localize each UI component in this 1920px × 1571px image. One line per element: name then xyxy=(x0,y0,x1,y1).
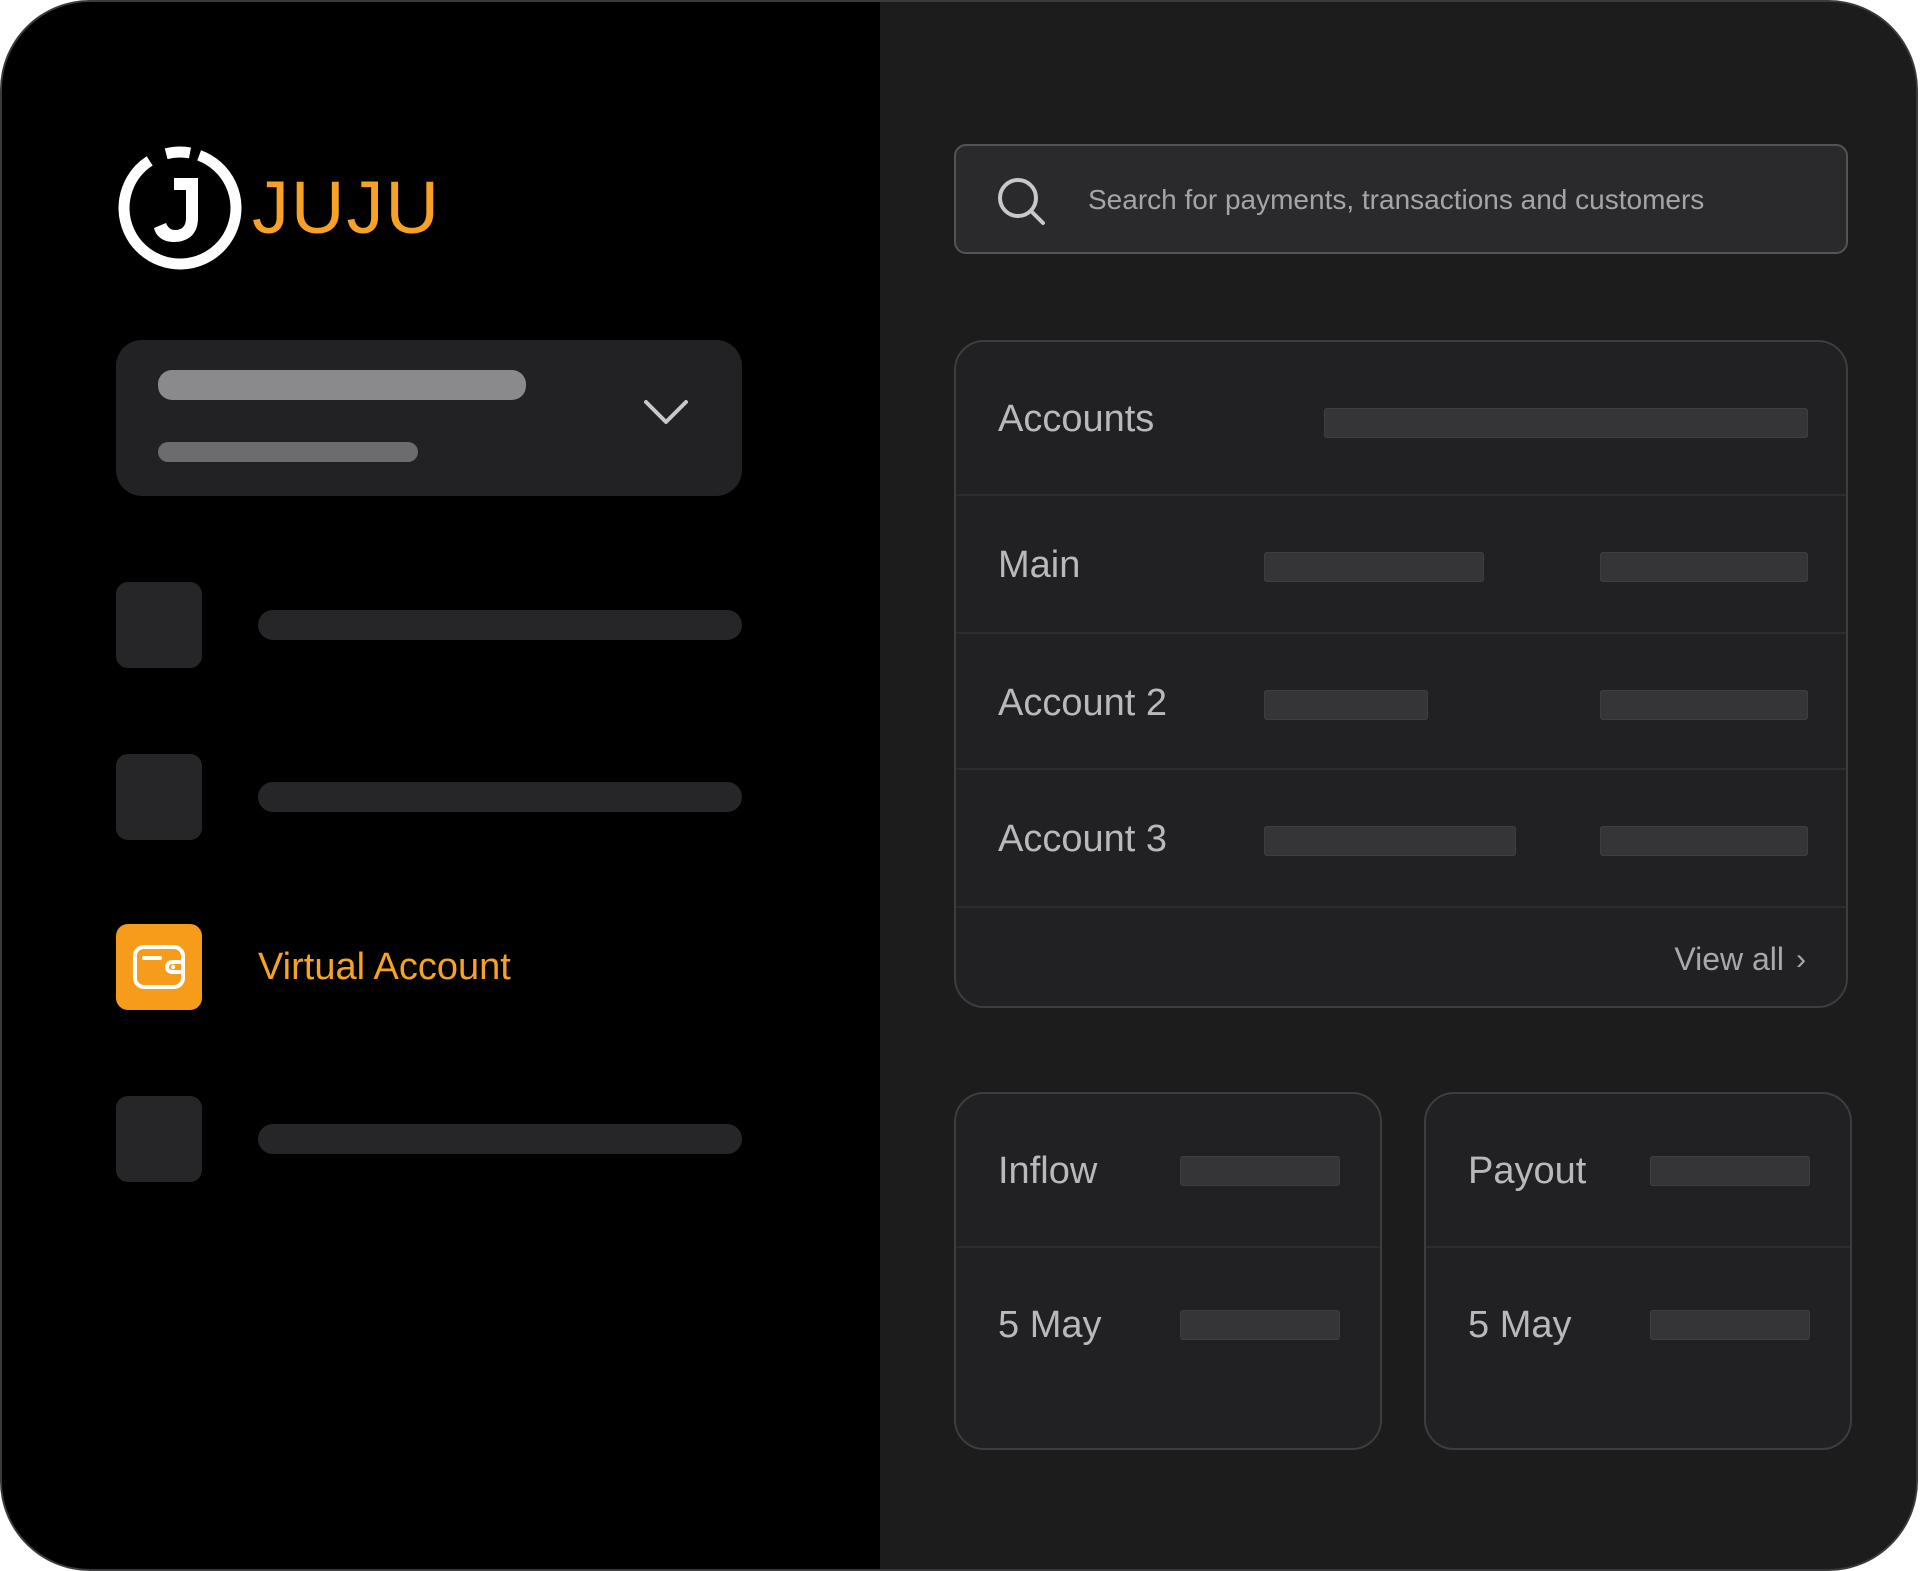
brand-logo[interactable]: JUJU xyxy=(116,144,441,272)
account-balance-placeholder xyxy=(1600,690,1808,720)
sidebar-item-placeholder[interactable] xyxy=(116,1096,742,1182)
wallet-icon xyxy=(133,945,185,989)
payout-entry-amount-placeholder xyxy=(1650,1310,1810,1340)
inflow-card[interactable]: Inflow 5 May xyxy=(954,1092,1382,1450)
inflow-date: 5 May xyxy=(998,1304,1102,1346)
accounts-header: Accounts xyxy=(956,342,1846,496)
accounts-title: Accounts xyxy=(998,398,1155,440)
workspace-name-placeholder xyxy=(158,370,526,400)
workspace-selector[interactable] xyxy=(116,340,742,496)
nav-icon-box xyxy=(116,924,202,1010)
search-input[interactable] xyxy=(1086,146,1830,254)
brand-name: JUJU xyxy=(252,166,441,249)
account-number-placeholder xyxy=(1264,826,1516,856)
account-name: Account 3 xyxy=(998,818,1167,860)
workspace-subtitle-placeholder xyxy=(158,442,418,462)
payout-card[interactable]: Payout 5 May xyxy=(1424,1092,1852,1450)
account-row[interactable]: Account 3 xyxy=(956,770,1846,908)
account-row[interactable]: Account 2 xyxy=(956,634,1846,770)
inflow-entry-amount-placeholder xyxy=(1180,1310,1340,1340)
inflow-header: Inflow xyxy=(956,1094,1380,1248)
account-name: Main xyxy=(998,544,1081,586)
payout-title: Payout xyxy=(1468,1150,1587,1192)
chevron-right-icon: › xyxy=(1796,942,1806,976)
accounts-card: Accounts Main Account 2 Account 3 View a… xyxy=(954,340,1848,1008)
nav-icon-placeholder xyxy=(116,582,202,668)
sidebar-item-virtual-account[interactable]: Virtual Account xyxy=(116,924,742,1010)
payout-entry: 5 May xyxy=(1426,1248,1850,1402)
inflow-title: Inflow xyxy=(998,1150,1098,1192)
search-bar[interactable] xyxy=(954,144,1848,254)
payout-header: Payout xyxy=(1426,1094,1850,1248)
sidebar-item-placeholder[interactable] xyxy=(116,754,742,840)
juju-logo-icon xyxy=(118,146,242,270)
search-icon xyxy=(998,178,1045,225)
account-name: Account 2 xyxy=(998,682,1167,724)
view-all-link[interactable]: View all › xyxy=(1674,941,1806,978)
app-window: JUJU Virtual Account Search for payments… xyxy=(2,2,1916,1569)
view-all-label: View all xyxy=(1674,941,1784,977)
account-balance-placeholder xyxy=(1600,826,1808,856)
inflow-entry: 5 May xyxy=(956,1248,1380,1402)
sidebar: JUJU Virtual Account xyxy=(2,2,880,1569)
main-panel: Accounts Main Account 2 Account 3 View a… xyxy=(880,2,1916,1569)
account-row[interactable]: Main xyxy=(956,496,1846,634)
account-number-placeholder xyxy=(1264,552,1484,582)
sidebar-item-placeholder[interactable] xyxy=(116,582,742,668)
accounts-total-placeholder xyxy=(1324,408,1808,438)
chevron-down-icon xyxy=(644,400,688,424)
nav-label-placeholder xyxy=(258,782,742,812)
nav-icon-placeholder xyxy=(116,1096,202,1182)
inflow-amount-placeholder xyxy=(1180,1156,1340,1186)
payout-date: 5 May xyxy=(1468,1304,1572,1346)
nav-icon-placeholder xyxy=(116,754,202,840)
payout-amount-placeholder xyxy=(1650,1156,1810,1186)
account-number-placeholder xyxy=(1264,690,1428,720)
sidebar-item-label: Virtual Account xyxy=(258,946,511,988)
account-balance-placeholder xyxy=(1600,552,1808,582)
nav-label-placeholder xyxy=(258,1124,742,1154)
nav-label-placeholder xyxy=(258,610,742,640)
